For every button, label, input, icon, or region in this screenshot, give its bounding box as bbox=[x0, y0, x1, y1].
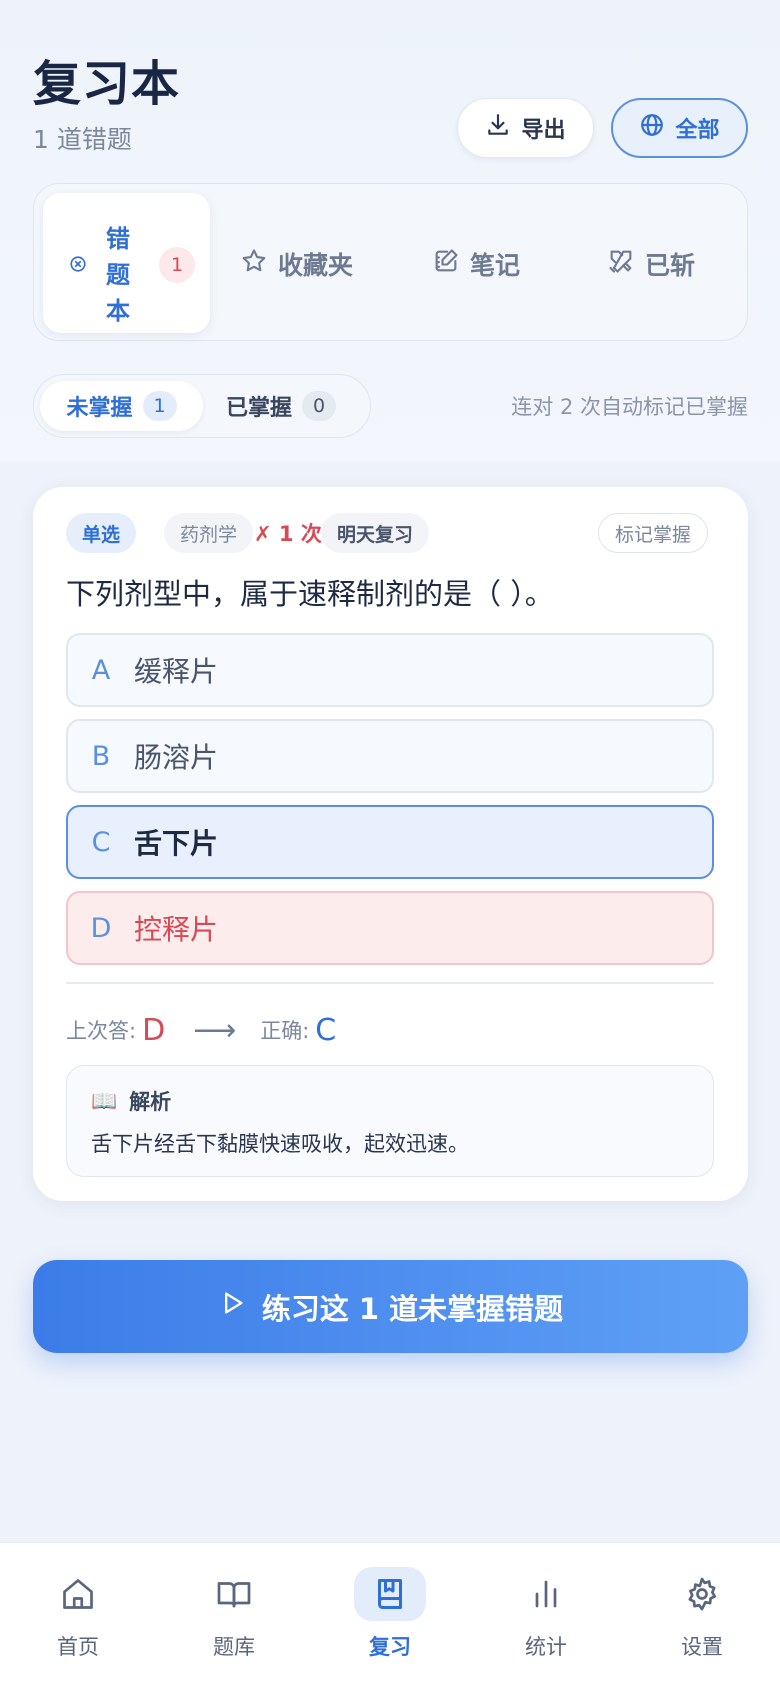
explanation-text: 舌下片经舌下黏膜快速吸收，起效迅速。 bbox=[91, 1132, 469, 1156]
option-c[interactable]: C 舌下片 bbox=[66, 805, 714, 879]
auto-mastery-hint: 连对 2 次自动标记已掌握 bbox=[511, 395, 748, 419]
tab-favorites[interactable]: 收藏夹 bbox=[240, 244, 353, 284]
nav-review[interactable]: 复习 bbox=[330, 1567, 450, 1667]
nav-stats[interactable]: 统计 bbox=[486, 1567, 606, 1667]
practice-button[interactable]: 练习这 1 道未掌握错题 bbox=[33, 1260, 748, 1353]
option-text: 缓释片 bbox=[134, 655, 219, 688]
play-icon bbox=[218, 1289, 246, 1324]
option-d[interactable]: D 控释片 bbox=[66, 891, 714, 965]
option-text: 肠溶片 bbox=[134, 741, 219, 774]
tab-notes[interactable]: 笔记 bbox=[432, 244, 520, 284]
wrong-times-tag: ✗ 1 次 bbox=[254, 522, 322, 546]
option-letter: B bbox=[91, 740, 111, 772]
nav-question-bank-label: 题库 bbox=[213, 1635, 255, 1659]
correct-answer-label: 正确: bbox=[260, 1019, 310, 1043]
explanation-title: 解析 bbox=[129, 1090, 172, 1114]
book-open-icon bbox=[198, 1567, 270, 1621]
bar-chart-icon bbox=[510, 1567, 582, 1621]
tab-unmastered[interactable]: 未掌握 1 bbox=[40, 381, 203, 431]
nav-stats-label: 统计 bbox=[525, 1635, 567, 1659]
nav-review-label: 复习 bbox=[369, 1635, 411, 1659]
x-circle-icon bbox=[69, 255, 87, 277]
tab-favorites-label: 收藏夹 bbox=[278, 251, 354, 280]
export-label: 导出 bbox=[521, 118, 566, 143]
option-letter: D bbox=[90, 912, 112, 944]
nav-settings-label: 设置 bbox=[681, 1635, 723, 1659]
gear-icon bbox=[666, 1567, 738, 1621]
page-title: 复习本 bbox=[33, 56, 181, 112]
nav-settings[interactable]: 设置 bbox=[642, 1567, 762, 1667]
question-card: 单选 药剂学 ✗ 1 次 明天复习 标记掌握 下列剂型中，属于速释制剂的是（ ）… bbox=[33, 487, 748, 1201]
review-due-tag: 明天复习 bbox=[321, 513, 430, 553]
last-answer-label: 上次答: bbox=[66, 1019, 137, 1043]
tab-wrong-book-label: 错 题 本 bbox=[106, 225, 130, 325]
answer-comparison: 上次答: D ⟶ 正确: C bbox=[66, 1005, 336, 1055]
option-letter: C bbox=[91, 826, 111, 858]
home-icon bbox=[42, 1567, 114, 1621]
explanation-box: 📖 解析 舌下片经舌下黏膜快速吸收，起效迅速。 bbox=[66, 1065, 714, 1177]
globe-icon bbox=[639, 112, 665, 144]
tab-wrong-book[interactable]: 错 题 本 1 bbox=[43, 193, 210, 333]
nav-home[interactable]: 首页 bbox=[18, 1567, 138, 1667]
subject-tag: 药剂学 bbox=[164, 513, 254, 553]
swords-icon bbox=[607, 247, 635, 281]
mastered-count-badge: 0 bbox=[302, 391, 337, 421]
nav-question-bank[interactable]: 题库 bbox=[174, 1567, 294, 1667]
option-text: 舌下片 bbox=[134, 827, 219, 860]
tab-slain[interactable]: 已斩 bbox=[607, 244, 695, 284]
option-a[interactable]: A 缓释片 bbox=[66, 633, 714, 707]
explanation-header: 📖 解析 bbox=[91, 1086, 171, 1116]
practice-button-label: 练习这 1 道未掌握错题 bbox=[261, 1291, 564, 1326]
divider bbox=[66, 982, 714, 984]
mark-mastered-button[interactable]: 标记掌握 bbox=[598, 513, 709, 553]
option-b[interactable]: B 肠溶片 bbox=[66, 719, 714, 793]
tab-slain-label: 已斩 bbox=[645, 251, 696, 280]
category-tabs: 错 题 本 1 收藏夹 笔记 已斩 bbox=[33, 183, 748, 341]
option-text: 控释片 bbox=[134, 913, 219, 946]
arrow-right-icon: ⟶ bbox=[193, 1012, 237, 1048]
mastery-tabs: 未掌握 1 已掌握 0 bbox=[33, 374, 371, 438]
unmastered-count-badge: 1 bbox=[142, 391, 177, 421]
tab-mastered-label: 已掌握 bbox=[226, 396, 293, 421]
correct-answer-value: C bbox=[315, 1012, 337, 1048]
nav-home-label: 首页 bbox=[57, 1635, 99, 1659]
book-icon: 📖 bbox=[91, 1088, 118, 1113]
scope-label: 全部 bbox=[675, 118, 720, 143]
bookmark-book-icon bbox=[354, 1567, 426, 1621]
export-button[interactable]: 导出 bbox=[457, 98, 594, 158]
note-edit-icon bbox=[432, 247, 460, 281]
page-subtitle: 1 道错题 bbox=[33, 125, 132, 154]
star-icon bbox=[240, 247, 268, 281]
tab-mastered[interactable]: 已掌握 0 bbox=[226, 381, 337, 431]
download-icon bbox=[485, 112, 511, 144]
tab-unmastered-label: 未掌握 bbox=[66, 396, 133, 421]
scope-filter-button[interactable]: 全部 bbox=[611, 98, 748, 158]
tab-notes-label: 笔记 bbox=[470, 251, 521, 280]
bottom-nav: 首页 题库 复习 统计 设置 bbox=[0, 1542, 780, 1688]
last-answer-value: D bbox=[142, 1012, 166, 1048]
wrong-count-badge: 1 bbox=[159, 247, 195, 283]
option-letter: A bbox=[91, 654, 111, 686]
question-text: 下列剂型中，属于速释制剂的是（ ）。 bbox=[66, 577, 554, 611]
question-type-tag: 单选 bbox=[66, 513, 137, 553]
